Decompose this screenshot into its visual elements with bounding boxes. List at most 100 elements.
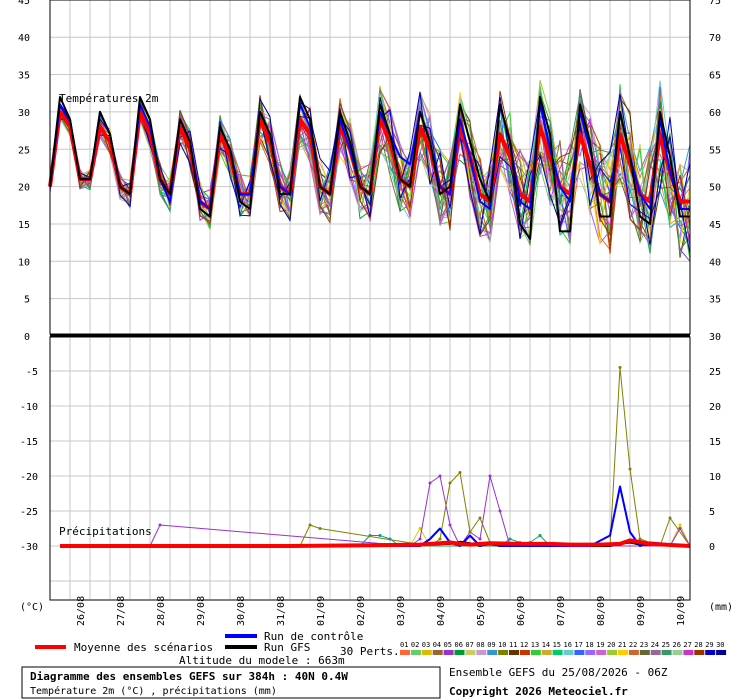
legend-mean-label: Moyenne des scénarios: [74, 641, 213, 654]
pert-legend-swatch: [519, 650, 530, 655]
x-tick-label: 26/08: [76, 596, 87, 626]
pert-legend-label: 06: [455, 641, 463, 649]
pert-legend-swatch: [432, 650, 443, 655]
precip-left-tick: -10: [20, 402, 38, 413]
temp-left-tick: 40: [18, 33, 30, 44]
pert-legend-swatch: [661, 650, 672, 655]
precip-point: [478, 537, 482, 541]
precip-right-tick: 25: [709, 367, 721, 378]
pert-legend-swatch: [683, 650, 694, 655]
temp-right-tick: 50: [709, 183, 721, 194]
pert-legend-label: 03: [422, 641, 430, 649]
pert-legend-label: 09: [487, 641, 495, 649]
left-unit-label: (°C): [20, 602, 44, 613]
x-tick-label: 05/09: [476, 596, 487, 626]
precip-right-tick: 30: [709, 332, 721, 343]
footer-subtitle: Température 2m (°C) , précipitations (mm…: [30, 685, 277, 697]
pert-legend-swatch: [443, 650, 454, 655]
x-tick-label: 27/08: [116, 596, 127, 626]
precip-point: [678, 523, 682, 527]
temp-left-tick: 0: [24, 332, 30, 343]
precip-point: [468, 530, 472, 534]
precip-point: [378, 534, 382, 537]
temp-right-tick: 70: [709, 33, 721, 44]
temp-left-tick: 20: [18, 183, 30, 194]
x-tick-label: 28/08: [156, 596, 167, 626]
pert-legend-label: 11: [509, 641, 517, 649]
copyright: Copyright 2026 Meteociel.fr: [449, 685, 628, 698]
pert-legend-swatch: [465, 650, 476, 655]
x-tick-label: 03/09: [396, 596, 407, 626]
pert-legend-swatch: [476, 650, 487, 655]
pert-legend-label: 23: [640, 641, 648, 649]
pert-legend-swatch: [650, 650, 661, 655]
pert-legend-label: 16: [564, 641, 572, 649]
x-tick-label: 30/08: [236, 596, 247, 626]
pert-legend-swatch: [596, 650, 607, 655]
footer-title: Diagramme des ensembles GEFS sur 384h : …: [30, 670, 348, 683]
x-tick-label: 02/09: [356, 596, 367, 626]
right-unit-label: (mm): [709, 602, 733, 613]
precip-point: [628, 467, 632, 471]
x-tick-label: 04/09: [436, 596, 447, 626]
pert-legend-label: 01: [400, 641, 408, 649]
precip-point: [158, 523, 162, 527]
precip-right-tick: 20: [709, 402, 721, 413]
pert-legend-label: 22: [629, 641, 637, 649]
pert-legend-swatch: [400, 650, 410, 655]
pert-legend-swatch: [410, 650, 421, 655]
pert-legend-swatch: [487, 650, 498, 655]
pert-legend-label: 29: [705, 641, 713, 649]
pert-legend-label: 19: [596, 641, 604, 649]
precip-right-tick: 15: [709, 437, 721, 448]
precip-series: [60, 367, 691, 547]
temp-left-tick: 45: [18, 0, 30, 7]
x-tick-label: 29/08: [196, 596, 207, 626]
pert-legend-swatch: [530, 650, 541, 655]
temp-left-tick: 15: [18, 220, 30, 231]
temp-right-tick: 45: [709, 220, 721, 231]
pert-legend-label: 21: [618, 641, 626, 649]
temp-right-tick: 65: [709, 71, 721, 82]
pert-legend-label: 30: [716, 641, 724, 649]
pert-legend-swatch: [454, 650, 465, 655]
pert-legend-label: 08: [476, 641, 484, 649]
pert-legend-label: 10: [498, 641, 506, 649]
pert-legend-label: 25: [662, 641, 670, 649]
pert-legend-swatch: [509, 650, 519, 655]
pert-legend-label: 20: [607, 641, 615, 649]
x-tick-label: 06/09: [516, 596, 527, 626]
precip-point: [428, 481, 432, 485]
pert-legend-swatch: [672, 650, 683, 655]
pert-legend-swatch: [541, 650, 552, 655]
x-tick-label: 10/09: [676, 596, 687, 626]
precip-point: [538, 534, 542, 537]
pert-legend-label: 27: [683, 641, 691, 649]
precip-point: [508, 537, 512, 541]
precip-left-tick: -25: [20, 507, 38, 518]
precip-point: [488, 474, 492, 478]
pert-legend-label: 26: [673, 641, 681, 649]
x-tick-label: 31/08: [276, 596, 287, 626]
precipitation-panel-title: Précipitations: [59, 525, 152, 538]
precip-point: [418, 527, 422, 530]
pert-legend-swatch: [607, 650, 618, 655]
pert-legend-swatch: [563, 650, 574, 655]
precip-left-tick: -5: [26, 367, 38, 378]
precip-point: [418, 537, 422, 541]
temp-right-tick: 40: [709, 257, 721, 268]
precip-point: [438, 474, 442, 478]
precip-point: [318, 527, 322, 530]
x-tick-label: 09/09: [636, 596, 647, 626]
x-tick-label: 08/09: [596, 596, 607, 626]
pert-legend-label: 15: [553, 641, 561, 649]
temp-left-tick: 30: [18, 108, 30, 119]
precip-left-tick: -30: [20, 542, 38, 553]
precip-point: [448, 481, 452, 485]
precip-left-tick: -15: [20, 437, 38, 448]
pert-legend-swatch: [585, 650, 596, 655]
pert-legend-swatch: [716, 650, 727, 655]
precip-point: [438, 537, 442, 541]
precip-left-tick: -20: [20, 472, 38, 483]
x-tick-label: 01/09: [316, 596, 327, 626]
